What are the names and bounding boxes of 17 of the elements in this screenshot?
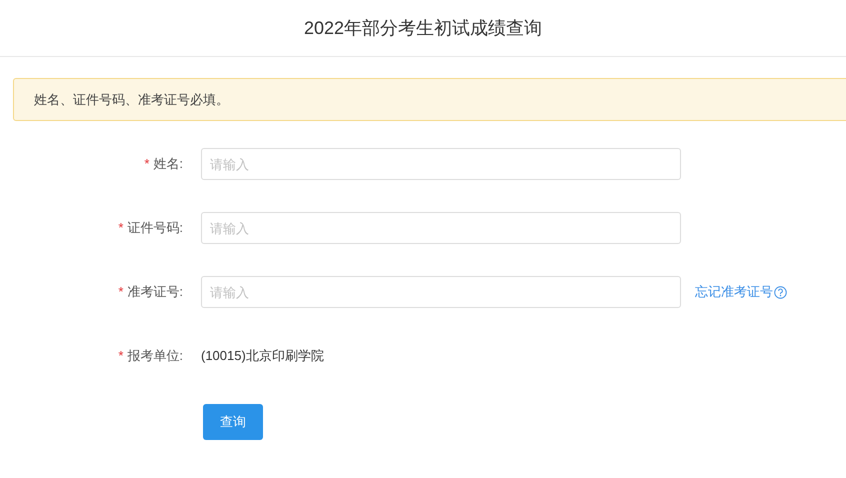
input-field[interactable]: 请输入 xyxy=(201,148,681,180)
forgot-link[interactable]: 忘记准考证号 xyxy=(695,282,787,302)
required-mark: * xyxy=(118,283,124,302)
required-mark: * xyxy=(144,155,150,174)
query-button[interactable]: 查询 xyxy=(203,404,263,440)
field-label: 准考证号: xyxy=(127,283,183,302)
page-title: 2022年部分考生初试成绩查询 xyxy=(304,16,542,40)
notice-text: 姓名、证件号码、准考证号必填。 xyxy=(34,90,229,109)
required-mark: * xyxy=(118,347,124,366)
field-label: 证件号码: xyxy=(127,219,183,238)
field-value: (10015)北京印刷学院 xyxy=(201,347,324,366)
input-field[interactable]: 请输入 xyxy=(201,212,681,244)
help-icon xyxy=(774,286,787,298)
input-field[interactable]: 请输入 xyxy=(201,276,681,308)
required-mark: * xyxy=(118,219,124,238)
field-label: 报考单位: xyxy=(127,347,183,366)
field-label: 姓名: xyxy=(153,155,183,174)
